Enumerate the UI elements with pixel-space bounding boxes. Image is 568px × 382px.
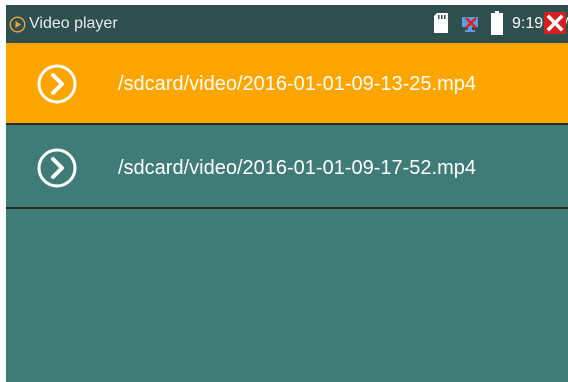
app-title: Video player: [29, 15, 118, 32]
play-circle-icon: [9, 16, 26, 33]
row-divider: [6, 207, 568, 209]
video-file-path: /sdcard/video/2016-01-01-09-13-25.mp4: [118, 73, 476, 95]
close-button[interactable]: [544, 12, 566, 34]
video-file-item[interactable]: /sdcard/video/2016-01-01-09-17-52.mp4: [6, 127, 568, 209]
play-arrow-icon: [37, 148, 77, 188]
video-file-path: /sdcard/video/2016-01-01-09-17-52.mp4: [118, 157, 476, 179]
status-bar: Video player 9:19 AM: [6, 5, 568, 43]
video-player-screen: Video player 9:19 AM /sdcard/video/2016-…: [6, 5, 568, 382]
play-arrow-icon: [37, 64, 77, 104]
network-error-icon: [461, 14, 481, 32]
battery-icon: [491, 11, 503, 35]
close-icon: [546, 14, 564, 32]
row-divider: [6, 123, 568, 125]
video-file-item[interactable]: /sdcard/video/2016-01-01-09-13-25.mp4: [6, 43, 568, 125]
sd-card-icon: [434, 13, 448, 33]
